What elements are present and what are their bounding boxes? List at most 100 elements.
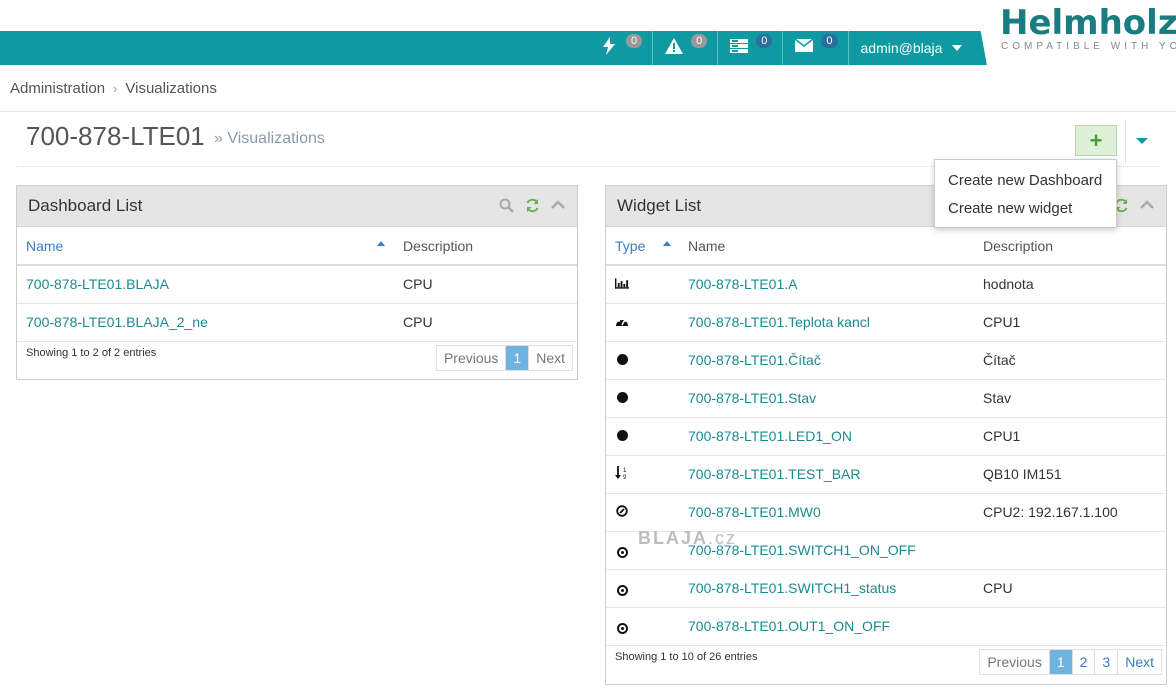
table-row[interactable]: 700-878-LTE01.A hodnota [606, 265, 1166, 304]
pagination: Previous 1 Next [435, 344, 573, 371]
dashboard-name-link[interactable]: 700-878-LTE01.BLAJA [17, 265, 394, 304]
nav-warnings[interactable]: 0 [653, 31, 719, 65]
breadcrumb-administration[interactable]: Administration [10, 80, 105, 97]
dot-circle-icon [615, 583, 629, 597]
dot-circle-icon [615, 621, 629, 635]
pagination-page-3[interactable]: 3 [1094, 649, 1118, 674]
dot-circle-icon [615, 545, 629, 559]
envelope-icon [793, 38, 815, 57]
pagination-page-1[interactable]: 1 [505, 345, 529, 370]
server-icon [728, 38, 750, 58]
circle-icon [615, 429, 629, 443]
dashboard-description: CPU [394, 265, 577, 304]
nav-alerts[interactable]: 0 [588, 31, 654, 65]
breadcrumb-visualizations[interactable]: Visualizations [125, 80, 216, 97]
messages-badge: 0 [821, 34, 838, 48]
search-icon[interactable] [497, 196, 515, 214]
column-header-name[interactable]: Name [679, 227, 974, 266]
dashboard-name-link[interactable]: 700-878-LTE01.BLAJA_2_ne [17, 303, 394, 342]
pagination-previous[interactable]: Previous [436, 345, 506, 370]
widget-name-link[interactable]: 700-878-LTE01.A [679, 265, 974, 304]
pagination-page-2[interactable]: 2 [1071, 649, 1095, 674]
panel-title: Widget List [617, 196, 702, 215]
sort-asc-icon [663, 241, 671, 246]
menu-item-create-dashboard[interactable]: Create new Dashboard [935, 168, 1116, 196]
widget-list-panel: Widget List Type Name Description 700-87… [605, 185, 1167, 685]
dashboard-list-panel: Dashboard List Name Description 700-878-… [16, 185, 578, 380]
navbar-items: 0 0 0 0 admin@blaja [588, 31, 974, 65]
warnings-badge: 0 [691, 34, 708, 48]
widget-name-link[interactable]: 700-878-LTE01.LED1_ON [679, 417, 974, 456]
table-footer: Showing 1 to 2 of 2 entries Previous 1 N… [17, 342, 577, 378]
sort-asc-icon [377, 241, 385, 246]
table-row[interactable]: 700-878-LTE01.LED1_ON CPU1 [606, 417, 1166, 456]
chevron-down-icon [1135, 138, 1148, 144]
widget-description: Čítač [974, 341, 1166, 380]
pagination-previous[interactable]: Previous [980, 649, 1049, 674]
widget-name-link[interactable]: 700-878-LTE01.Čítač [679, 341, 974, 380]
pagination-next[interactable]: Next [1117, 649, 1161, 674]
nav-servers[interactable]: 0 [718, 31, 784, 65]
entries-info: Showing 1 to 2 of 2 entries [26, 346, 157, 359]
column-header-description[interactable]: Description [394, 227, 577, 266]
widget-description [974, 607, 1166, 646]
dropdown-toggle[interactable] [1125, 120, 1157, 162]
table-row[interactable]: 700-878-LTE01.SWITCH1_status CPU [606, 569, 1166, 608]
chevron-up-icon[interactable] [549, 196, 567, 214]
column-header-name[interactable]: Name [17, 227, 394, 266]
column-label: Name [688, 237, 726, 254]
widget-name-link[interactable]: 700-878-LTE01.Teplota kancl [679, 303, 974, 342]
table-row[interactable]: 700-878-LTE01.Stav Stav [606, 379, 1166, 418]
widget-name-link[interactable]: 700-878-LTE01.TEST_BAR [679, 455, 974, 494]
page-title: 700-878-LTE01 [26, 121, 205, 151]
add-button[interactable]: + [1075, 125, 1117, 156]
widget-description [974, 531, 1166, 570]
widget-description: CPU [974, 569, 1166, 608]
entries-info: Showing 1 to 10 of 26 entries [615, 650, 758, 663]
menu-item-create-widget[interactable]: Create new widget [935, 196, 1116, 224]
panel-header: Dashboard List [17, 186, 577, 227]
widget-description: hodnota [974, 265, 1166, 304]
dashboard-description: CPU [394, 303, 577, 342]
page-subtitle: » Visualizations [214, 130, 325, 147]
widget-name-link[interactable]: 700-878-LTE01.SWITCH1_status [679, 569, 974, 608]
bar-chart-icon [615, 277, 629, 291]
widget-description: CPU2: 192.167.1.100 [974, 493, 1166, 532]
column-label: Description [403, 237, 474, 254]
breadcrumb: Administration › Visualizations [0, 66, 1176, 112]
pagination: Previous 1 2 3 Next [979, 648, 1162, 675]
widget-name-link[interactable]: 700-878-LTE01.Stav [679, 379, 974, 418]
column-label: Type [615, 237, 646, 254]
widget-name-link[interactable]: 700-878-LTE01.MW0 [679, 493, 974, 532]
column-label: Description [983, 237, 1054, 254]
nav-messages[interactable]: 0 [783, 31, 849, 65]
chevron-up-icon[interactable] [1138, 196, 1156, 214]
table-row[interactable]: 700-878-LTE01.BLAJA_2_ne CPU [17, 303, 577, 342]
panel-tools [497, 196, 567, 214]
widget-description: QB10 IM151 [974, 455, 1166, 494]
table-row[interactable]: 700-878-LTE01.Čítač Čítač [606, 341, 1166, 380]
pagination-page-1[interactable]: 1 [1048, 649, 1072, 674]
column-header-description[interactable]: Description [974, 227, 1166, 266]
column-header-type[interactable]: Type [606, 227, 679, 266]
table-row[interactable]: 700-878-LTE01.MW0 CPU2: 192.167.1.100 [606, 493, 1166, 532]
table-row[interactable]: 19 700-878-LTE01.TEST_BAR QB10 IM151 [606, 455, 1166, 494]
circle-icon [615, 391, 629, 405]
pagination-next[interactable]: Next [528, 345, 572, 370]
watermark: BLAJA.cz [638, 528, 737, 549]
logo[interactable]: Helmholz [1000, 3, 1176, 43]
table-row[interactable]: 700-878-LTE01.BLAJA CPU [17, 265, 577, 304]
column-label: Name [26, 237, 64, 254]
chevron-down-icon [952, 45, 963, 51]
refresh-icon[interactable] [523, 196, 541, 214]
dashboard-gauge-icon [615, 314, 629, 328]
alerts-badge: 0 [626, 34, 643, 48]
user-name: admin@blaja [860, 40, 943, 56]
widget-name-link[interactable]: 700-878-LTE01.OUT1_ON_OFF [679, 607, 974, 646]
table-row[interactable]: 700-878-LTE01.OUT1_ON_OFF [606, 607, 1166, 646]
user-menu[interactable]: admin@blaja [849, 31, 975, 65]
table-footer: Showing 1 to 10 of 26 entries Previous 1… [606, 646, 1166, 682]
dial-icon [615, 504, 629, 518]
svg-text:9: 9 [623, 475, 627, 480]
table-row[interactable]: 700-878-LTE01.Teplota kancl CPU1 [606, 303, 1166, 342]
